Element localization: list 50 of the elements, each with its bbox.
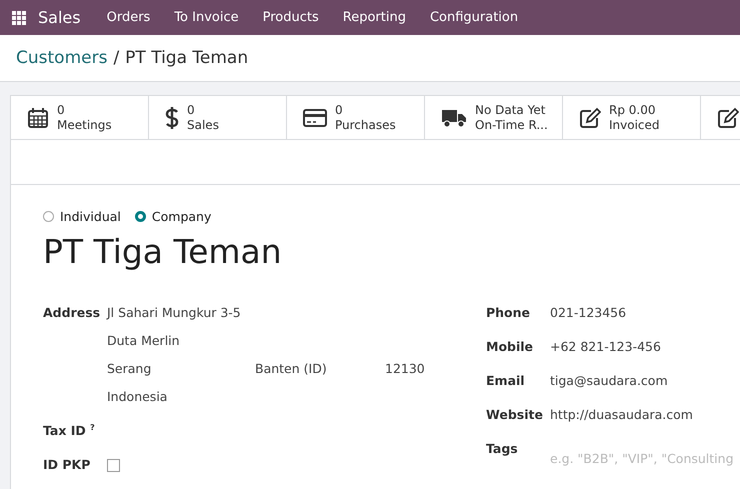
stat-label: Purchases (335, 118, 396, 132)
stat-label: Sales (187, 118, 219, 132)
field-label: Tax ID $^{?}$ (43, 423, 96, 438)
field-value[interactable]: +62 821-123-456 (550, 339, 661, 373)
breadcrumb-separator: / (113, 48, 120, 68)
edit-icon (717, 106, 739, 128)
stat-value: 0 (187, 102, 196, 118)
field-label: Address (43, 305, 102, 320)
menu-item[interactable]: Orders (94, 10, 162, 25)
stat-value: Rp 0.00 (609, 102, 656, 118)
radio-button[interactable] (134, 211, 146, 222)
menu-item[interactable]: Products (250, 10, 331, 25)
field-value[interactable]: http://duasaudara.com (550, 407, 693, 441)
menu-item[interactable]: To Invoice (162, 10, 251, 25)
field-label: Tags (486, 441, 519, 458)
breadcrumb-link[interactable]: Customers (16, 48, 108, 68)
stat-value: 0 (57, 102, 66, 118)
field-label: Phone (486, 305, 532, 322)
apps-menu-icon[interactable] (12, 10, 26, 24)
truck-icon (441, 108, 467, 128)
field-value[interactable]: Duta Merlin (107, 333, 180, 348)
record-name: PT Tiga Teman (43, 232, 283, 271)
stat-label: Invoiced (609, 118, 660, 132)
menu-item[interactable]: Reporting (330, 10, 418, 25)
credit-card-icon (303, 108, 327, 128)
field-value[interactable]: Indonesia (107, 389, 168, 404)
edit-icon (579, 106, 601, 128)
radio-label[interactable]: Individual (60, 209, 121, 224)
stat-value: No Data Yet (475, 102, 546, 118)
stat-value: 0 (335, 102, 344, 118)
breadcrumb-current: PT Tiga Teman (125, 48, 248, 68)
field-value[interactable]: Serang (107, 361, 255, 376)
field-value[interactable]: Jl Sahari Mungkur 3-5 (107, 305, 241, 320)
field-label: Email (486, 373, 526, 390)
field-label: ID PKP (43, 457, 92, 472)
stat-label: On-Time R... (475, 118, 548, 132)
radio-label[interactable]: Company (152, 209, 212, 224)
field-value[interactable]: tiga@saudara.com (550, 373, 668, 407)
stat-label: Meetings (57, 118, 112, 132)
field-label: Mobile (486, 339, 534, 356)
app-name[interactable]: Sales (38, 8, 81, 27)
menu-item[interactable]: Configuration (418, 10, 530, 25)
calendar-icon (27, 106, 49, 128)
field-label: Website (486, 407, 544, 424)
checkbox[interactable] (107, 459, 120, 472)
field-value[interactable]: Banten (ID) (255, 361, 385, 376)
field-value[interactable]: 12130 (385, 361, 425, 376)
radio-button[interactable] (43, 211, 54, 222)
field-value[interactable]: 021-123456 (550, 305, 626, 339)
dollar-icon (165, 106, 179, 130)
